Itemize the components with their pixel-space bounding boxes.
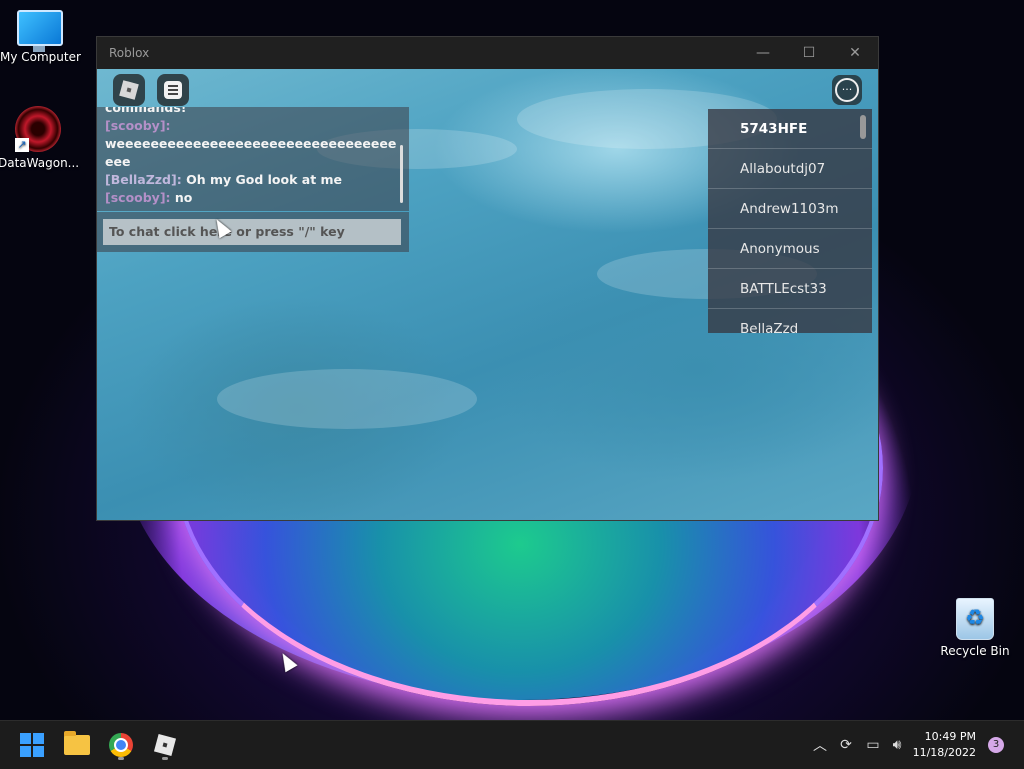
roblox-taskbar-button[interactable] bbox=[149, 729, 181, 761]
window-titlebar[interactable]: Roblox — ☐ ✕ bbox=[97, 37, 878, 69]
player-list-item[interactable]: Andrew1103m bbox=[708, 189, 872, 229]
network-icon[interactable]: ▭ bbox=[862, 721, 884, 769]
chat-window[interactable]: commands! [scooby]: weeeeeeeeeeeeeeeeeee… bbox=[97, 107, 409, 211]
desktop-icon-label: My Computer bbox=[0, 50, 81, 64]
chat-scrollbar[interactable] bbox=[400, 145, 403, 203]
shortcut-arrow-icon: ↗ bbox=[15, 138, 29, 152]
roblox-icon bbox=[153, 733, 177, 757]
volume-icon[interactable]: 🔊︎ bbox=[886, 721, 908, 769]
show-hidden-icons-chevron-icon[interactable]: ︿ bbox=[810, 721, 830, 769]
chat-username[interactable]: [scooby]: bbox=[105, 118, 171, 133]
maximize-button[interactable]: ☐ bbox=[786, 37, 832, 69]
player-list-item[interactable]: 5743HFE bbox=[708, 109, 872, 149]
file-explorer-icon bbox=[64, 731, 90, 755]
desktop-icon-label: DataWagon... bbox=[0, 156, 80, 170]
clock-date: 11/18/2022 bbox=[912, 746, 976, 759]
chat-text: Oh my God look at me bbox=[186, 172, 343, 187]
player-list-item[interactable]: Allaboutdj07 bbox=[708, 149, 872, 189]
file-explorer-button[interactable] bbox=[61, 729, 93, 761]
clock[interactable]: 10:49 PM 11/18/2022 bbox=[913, 729, 976, 761]
chat-message: commands! bbox=[105, 107, 187, 115]
desktop-icon-recycle-bin[interactable]: ♻ Recycle Bin bbox=[935, 598, 1015, 658]
player-list-scrollbar[interactable] bbox=[860, 115, 866, 139]
game-viewport[interactable]: ··· commands! [scooby]: weeeeeeeeeeeeeee… bbox=[97, 69, 878, 520]
player-list-item[interactable]: Anonymous bbox=[708, 229, 872, 269]
chat-toggle-button[interactable] bbox=[157, 74, 189, 106]
chat-message: [scooby]: no bbox=[97, 189, 409, 207]
chat-text: no bbox=[174, 190, 193, 205]
more-options-button[interactable]: ··· bbox=[832, 75, 862, 105]
desktop-icon-label: Recycle Bin bbox=[940, 644, 1010, 658]
window-title: Roblox bbox=[109, 46, 150, 60]
player-list: 5743HFE Allaboutdj07 Andrew1103m Anonymo… bbox=[708, 109, 872, 333]
roblox-menu-button[interactable] bbox=[113, 74, 145, 106]
player-list-item[interactable]: BellaZzd bbox=[708, 309, 872, 333]
chrome-button[interactable] bbox=[105, 729, 137, 761]
chat-text: weeeeeeeeeeeeeeeeeeeeeeeeeeeeeeeeeeee bbox=[105, 136, 397, 169]
monitor-icon bbox=[17, 10, 63, 52]
more-icon: ··· bbox=[835, 78, 859, 102]
chat-message: [BellaZzd]: Oh my God look at me bbox=[97, 171, 409, 189]
sync-icon[interactable]: ⟳ bbox=[834, 721, 858, 769]
chat-input[interactable]: To chat click here or press "/" key bbox=[103, 219, 401, 245]
taskbar: ︿ ⟳ ▭ 🔊︎ 10:49 PM 11/18/2022 3 bbox=[0, 720, 1024, 769]
minimize-button[interactable]: — bbox=[740, 37, 786, 69]
chat-username[interactable]: [BellaZzd]: bbox=[105, 172, 182, 187]
chat-icon bbox=[164, 81, 182, 99]
chat-message: [scooby]: weeeeeeeeeeeeeeeeeeeeeeeeeeeee… bbox=[97, 117, 409, 171]
chrome-icon bbox=[109, 733, 133, 757]
desktop-icon-datawagon[interactable]: ↗ DataWagon... bbox=[0, 106, 80, 170]
desktop-icon-my-computer[interactable]: My Computer bbox=[0, 10, 81, 64]
start-icon bbox=[20, 733, 44, 757]
roblox-logo-icon bbox=[119, 80, 139, 100]
roblox-window: Roblox — ☐ ✕ ··· commands! [scooby]: wee… bbox=[96, 36, 879, 521]
recycle-bin-icon: ♻ bbox=[956, 598, 994, 640]
chat-username[interactable]: [scooby]: bbox=[105, 190, 171, 205]
start-button[interactable] bbox=[16, 729, 48, 761]
chat-input-bar: To chat click here or press "/" key bbox=[97, 212, 409, 252]
datawagon-icon: ↗ bbox=[15, 106, 61, 152]
notification-badge[interactable]: 3 bbox=[988, 737, 1004, 753]
clock-time: 10:49 PM bbox=[924, 730, 976, 743]
player-list-item[interactable]: BATTLEcst33 bbox=[708, 269, 872, 309]
close-button[interactable]: ✕ bbox=[832, 37, 878, 69]
